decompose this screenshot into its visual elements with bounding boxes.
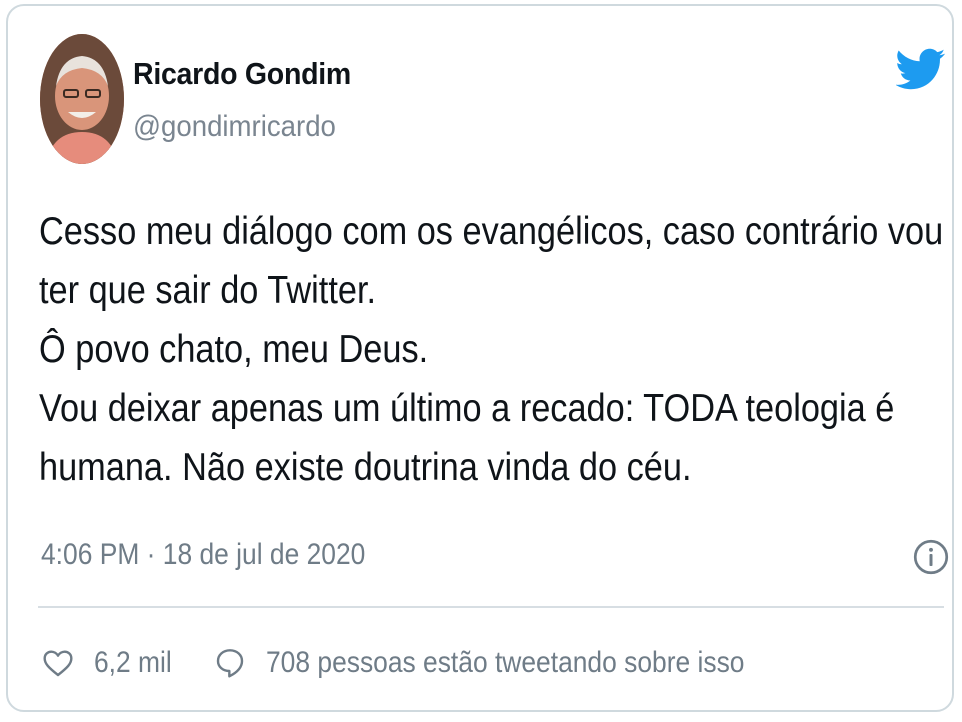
tweet-text: Cesso meu diálogo com os evangélicos, ca… xyxy=(39,202,944,497)
divider xyxy=(38,606,944,608)
twitter-bird-icon[interactable] xyxy=(896,44,946,94)
info-icon[interactable] xyxy=(913,539,949,575)
tweet-card: Ricardo Gondim @gondimricardo Cesso meu … xyxy=(6,4,954,712)
author-name[interactable]: Ricardo Gondim xyxy=(133,56,351,92)
avatar[interactable] xyxy=(40,34,124,164)
tweet-timestamp[interactable]: 4:06 PM · 18 de jul de 2020 xyxy=(41,538,365,572)
author-handle[interactable]: @gondimricardo xyxy=(133,110,336,144)
tweet-text-line: Cesso meu diálogo com os evangélicos, ca… xyxy=(39,210,944,253)
like-count: 6,2 mil xyxy=(94,646,172,679)
conversation-text: 708 pessoas estão tweetando sobre isso xyxy=(266,646,745,679)
speech-bubble-icon xyxy=(216,649,244,678)
tweet-text-line: Ô povo chato, meu Deus. xyxy=(39,328,429,371)
like-button[interactable]: 6,2 mil xyxy=(42,646,182,680)
conversation-button[interactable]: 708 pessoas estão tweetando sobre isso xyxy=(214,646,810,680)
tweet-text-line: humana. Não existe doutrina vinda do céu… xyxy=(39,446,692,489)
tweet-text-line: Vou deixar apenas um último a recado: TO… xyxy=(39,387,895,430)
tweet-text-line: ter que sair do Twitter. xyxy=(39,269,377,312)
heart-icon xyxy=(43,650,73,677)
